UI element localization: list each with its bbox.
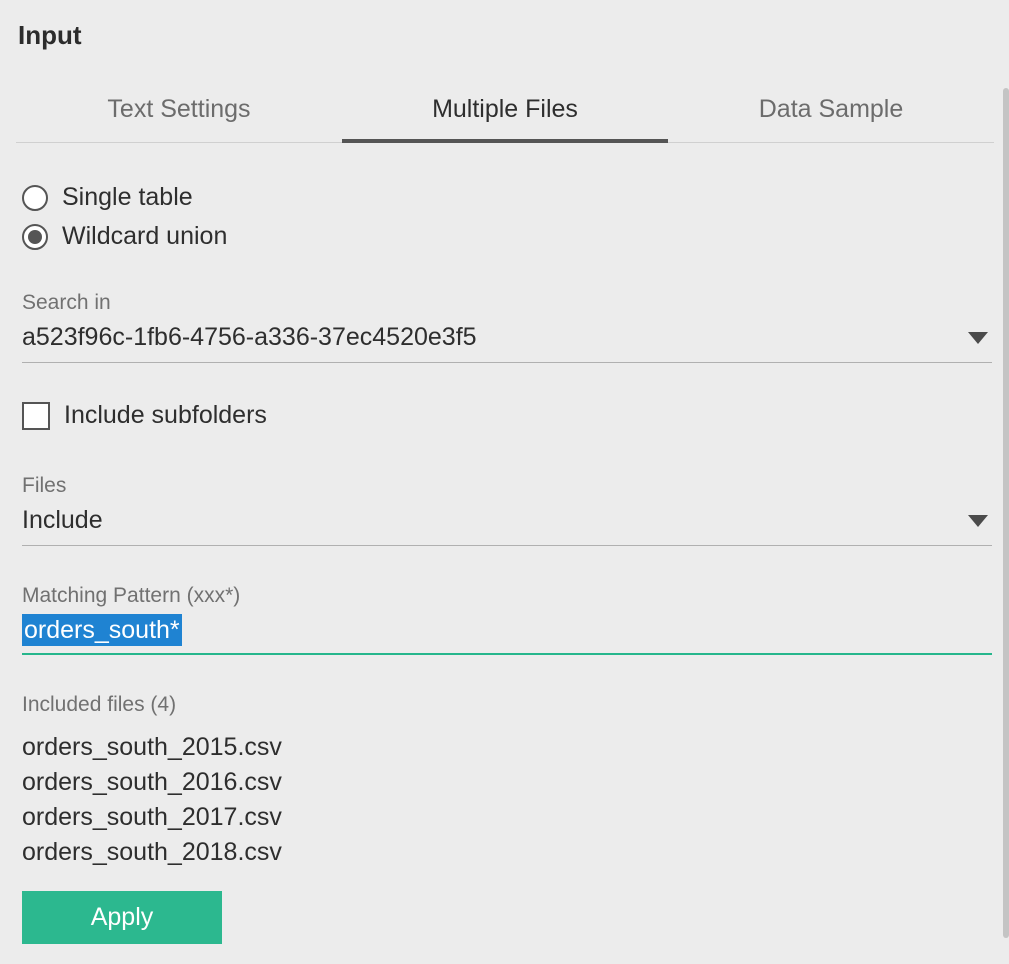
list-item: orders_south_2016.csv — [22, 768, 986, 797]
list-item: orders_south_2018.csv — [22, 838, 986, 867]
scrollbar-thumb[interactable] — [1003, 88, 1009, 938]
tab-multiple-files[interactable]: Multiple Files — [342, 81, 668, 142]
radio-wildcard-union[interactable]: Wildcard union — [22, 222, 986, 251]
list-item: orders_south_2015.csv — [22, 733, 986, 762]
matching-pattern-label: Matching Pattern (xxx*) — [22, 584, 986, 608]
checkbox-icon — [22, 402, 50, 430]
tab-panel: Single table Wildcard union Search in a5… — [16, 143, 992, 944]
radio-icon — [22, 185, 48, 211]
scrollbar[interactable] — [1001, 88, 1009, 955]
files-label: Files — [22, 474, 986, 498]
matching-pattern-input[interactable]: orders_south* — [22, 614, 182, 646]
chevron-down-icon — [968, 515, 988, 527]
checkbox-label: Include subfolders — [64, 401, 267, 430]
radio-icon — [22, 224, 48, 250]
included-files-list: orders_south_2015.csv orders_south_2016.… — [22, 733, 986, 867]
chevron-down-icon — [968, 332, 988, 344]
apply-button[interactable]: Apply — [22, 891, 222, 944]
matching-pattern-field[interactable]: orders_south* — [22, 616, 992, 655]
files-value: Include — [22, 506, 103, 535]
tab-data-sample[interactable]: Data Sample — [668, 81, 994, 142]
list-item: orders_south_2017.csv — [22, 803, 986, 832]
search-in-select[interactable]: a523f96c-1fb6-4756-a336-37ec4520e3f5 — [22, 323, 992, 363]
include-subfolders-checkbox[interactable]: Include subfolders — [22, 401, 986, 430]
page-title: Input — [18, 20, 992, 51]
search-in-value: a523f96c-1fb6-4756-a336-37ec4520e3f5 — [22, 323, 477, 352]
radio-single-table[interactable]: Single table — [22, 183, 986, 212]
search-in-label: Search in — [22, 291, 986, 315]
tabs: Text Settings Multiple Files Data Sample — [16, 81, 994, 143]
radio-label: Wildcard union — [62, 222, 227, 251]
tab-text-settings[interactable]: Text Settings — [16, 81, 342, 142]
files-select[interactable]: Include — [22, 506, 992, 546]
included-files-label: Included files (4) — [22, 693, 986, 717]
radio-label: Single table — [62, 183, 193, 212]
table-mode-radio-group: Single table Wildcard union — [22, 183, 986, 251]
